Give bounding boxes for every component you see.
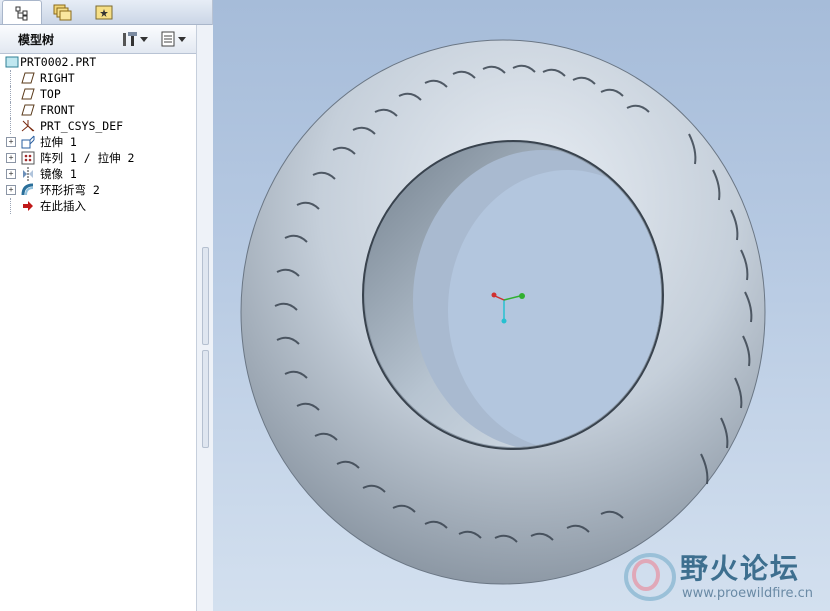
expand-icon[interactable]: + xyxy=(6,169,16,179)
tree-item-label: 在此插入 xyxy=(40,199,86,213)
tree-item-part[interactable]: PRT0002.PRT xyxy=(0,54,196,70)
part-icon xyxy=(4,55,20,69)
tree-show-button[interactable] xyxy=(160,29,186,49)
insert-arrow-icon xyxy=(20,199,36,213)
navigator-tabs xyxy=(0,0,212,25)
splitter-grip[interactable] xyxy=(202,350,209,448)
tree-item-front[interactable]: FRONT xyxy=(0,102,196,118)
tree-icon xyxy=(15,6,28,20)
tree-item-label: RIGHT xyxy=(40,71,75,85)
graphics-viewport[interactable] xyxy=(213,0,830,611)
model-tree: PRT0002.PRT RIGHT TOP FRONT PRT_CSYS_DEF… xyxy=(0,54,196,611)
mirror-icon xyxy=(20,167,36,181)
chevron-down-icon xyxy=(140,37,148,42)
tree-item-label: 镜像 1 xyxy=(40,167,77,181)
toroidal-bend-icon xyxy=(20,183,36,197)
chevron-down-icon xyxy=(178,37,186,42)
expand-icon[interactable]: + xyxy=(6,153,16,163)
csys-icon xyxy=(20,119,36,133)
tree-item-label: 阵列 1 / 拉伸 2 xyxy=(40,151,135,165)
tree-item-label: 环形折弯 2 xyxy=(40,183,100,197)
star-folder-icon xyxy=(95,5,113,19)
logo-icon xyxy=(624,553,676,601)
model-tree-title: 模型树 xyxy=(18,33,55,47)
tree-item-mirror-1[interactable]: + 镜像 1 xyxy=(0,166,196,182)
datum-plane-icon xyxy=(20,87,36,101)
tree-item-label: 拉伸 1 xyxy=(40,135,77,149)
model-tree-header: 模型树 xyxy=(0,25,196,54)
watermark-url: www.proewildfire.cn xyxy=(682,586,813,601)
datum-plane-icon xyxy=(20,71,36,85)
list-icon xyxy=(161,31,175,47)
tree-item-right[interactable]: RIGHT xyxy=(0,70,196,86)
folders-icon xyxy=(53,4,72,20)
tire-model[interactable] xyxy=(213,0,830,611)
tree-item-pattern-1[interactable]: + 阵列 1 / 拉伸 2 xyxy=(0,150,196,166)
expand-icon[interactable]: + xyxy=(6,137,16,147)
tree-item-label: PRT_CSYS_DEF xyxy=(40,119,124,133)
tree-item-label: PRT0002.PRT xyxy=(20,55,97,69)
pattern-icon xyxy=(20,151,36,165)
tree-settings-button[interactable] xyxy=(120,29,148,49)
tab-folder-browser[interactable] xyxy=(44,0,80,23)
tree-item-insert-here[interactable]: 在此插入 xyxy=(0,198,196,214)
tree-item-csys[interactable]: PRT_CSYS_DEF xyxy=(0,118,196,134)
tree-item-extrude-1[interactable]: + 拉伸 1 xyxy=(0,134,196,150)
tab-favorites[interactable] xyxy=(86,0,122,23)
expand-icon[interactable]: + xyxy=(6,185,16,195)
tab-model-tree[interactable] xyxy=(2,0,42,24)
navigator-panel: 模型树 PRT0002.PRT RIGHT TOP FRONT PRT_CSYS… xyxy=(0,0,213,611)
tree-item-toroidal-bend-2[interactable]: + 环形折弯 2 xyxy=(0,182,196,198)
extrude-icon xyxy=(20,135,36,149)
panel-splitter[interactable] xyxy=(196,25,213,611)
tree-item-top[interactable]: TOP xyxy=(0,86,196,102)
forum-watermark: 野火论坛 www.proewildfire.cn xyxy=(620,545,826,607)
datum-plane-icon xyxy=(20,103,36,117)
app-window: 模型树 PRT0002.PRT RIGHT TOP FRONT PRT_CSYS… xyxy=(0,0,830,611)
watermark-title: 野火论坛 xyxy=(680,552,801,585)
tools-icon xyxy=(123,32,137,46)
tree-item-label: TOP xyxy=(40,87,61,101)
splitter-grip[interactable] xyxy=(202,247,209,345)
tree-item-label: FRONT xyxy=(40,103,75,117)
